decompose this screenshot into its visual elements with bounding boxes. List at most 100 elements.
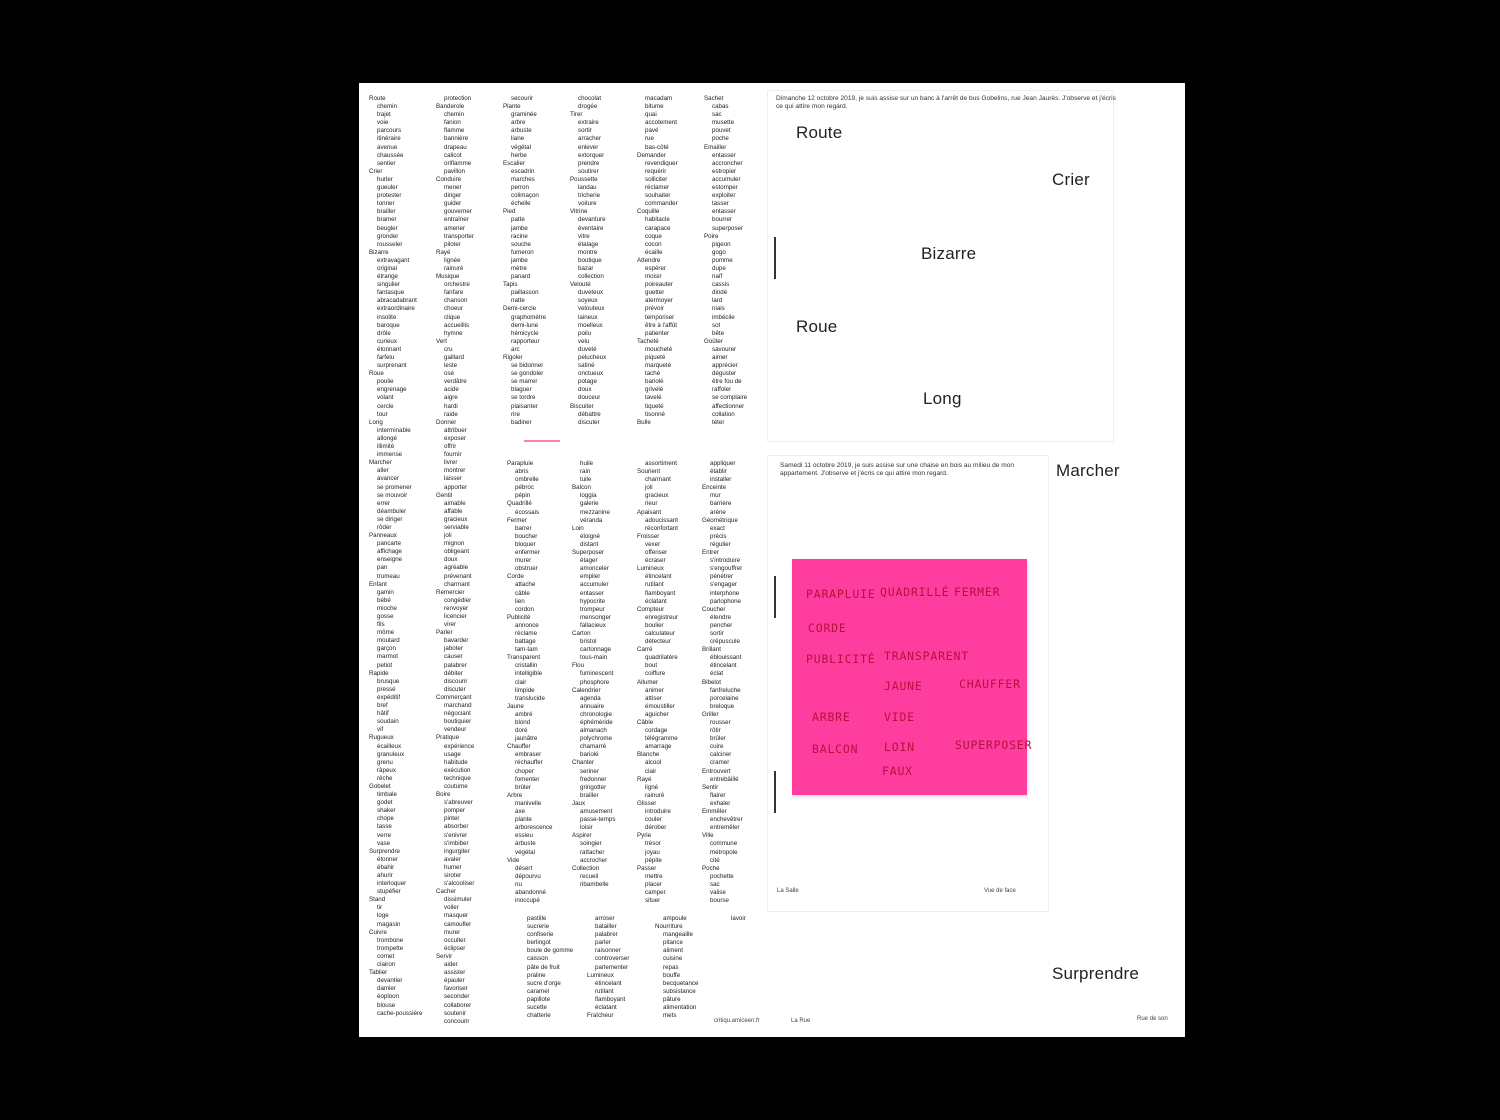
column-word: se tordre xyxy=(511,394,536,402)
column-word: perron xyxy=(511,184,529,192)
column-word: étager xyxy=(580,557,598,565)
column-word: agenda xyxy=(580,694,601,702)
column-word: tous-main xyxy=(580,654,608,662)
column-word: pâture xyxy=(663,995,681,1003)
column-heading-word: Plante xyxy=(503,103,521,111)
column-word: expérience xyxy=(444,742,475,750)
column-word: introduire xyxy=(645,808,671,816)
column-word: détecteur xyxy=(645,638,671,646)
column-word: choeur xyxy=(444,305,463,313)
column-word: assister xyxy=(444,969,466,977)
column-word: patienter xyxy=(645,329,670,337)
column-word: cordage xyxy=(645,727,668,735)
column-word: boucher xyxy=(515,532,538,540)
column-word: fredonner xyxy=(580,775,607,783)
column-word: soudain xyxy=(377,718,399,726)
column-word: vendeur xyxy=(444,726,467,734)
column-word: voiler xyxy=(444,904,459,912)
column-word: aller xyxy=(377,467,389,475)
column-word: bannière xyxy=(444,135,469,143)
column-word: joyau xyxy=(645,848,660,856)
column-word: cornet xyxy=(377,952,395,960)
column-word: affable xyxy=(444,507,463,515)
column-heading-word: Tacheté xyxy=(637,337,659,345)
column-word: tricherie xyxy=(578,192,601,200)
column-word: pan xyxy=(377,564,388,572)
column-word: caramel xyxy=(527,987,550,995)
column-word: flamboyant xyxy=(595,995,626,1003)
word-column: lavoir xyxy=(723,915,746,923)
column-word: lavoir xyxy=(731,915,746,922)
column-word: se promener xyxy=(377,483,412,491)
column-word: mensonger xyxy=(580,613,611,621)
column-word: arc xyxy=(511,345,520,353)
column-heading-word: Compteur xyxy=(637,605,665,613)
column-word: osé xyxy=(444,370,454,378)
column-word: subsistance xyxy=(663,987,696,995)
column-word: avenue xyxy=(377,143,398,151)
column-heading-word: Crier xyxy=(369,167,383,175)
column-heading-word: Lumineux xyxy=(587,971,614,979)
column-word: pépite xyxy=(645,856,662,864)
column-word: carapace xyxy=(645,224,671,232)
column-word: tam-tam xyxy=(515,646,538,654)
column-word: farfelu xyxy=(377,354,395,361)
column-word: amusement xyxy=(580,808,613,816)
column-word: causer xyxy=(444,653,463,661)
column-word: pitance xyxy=(663,939,683,947)
column-word: camoufler xyxy=(444,920,472,928)
column-word: affectionner xyxy=(712,402,745,410)
column-word: damier xyxy=(377,985,396,993)
column-word: étincelant xyxy=(710,662,737,670)
footer-la-rue: La Rue xyxy=(791,1018,811,1024)
column-word: calculateur xyxy=(645,629,675,637)
column-word: papillote xyxy=(527,995,551,1003)
column-word: pavé xyxy=(645,127,659,135)
column-word: chemin xyxy=(377,103,397,111)
column-word: aguicher xyxy=(645,710,669,718)
column-word: allongé xyxy=(377,434,397,442)
column-word: praline xyxy=(527,971,546,979)
column-heading-word: Roue xyxy=(369,370,384,378)
column-word: macadam xyxy=(645,95,673,102)
column-word: devantier xyxy=(377,977,403,985)
column-word: entasser xyxy=(712,151,736,159)
column-word: volant xyxy=(377,394,394,402)
word-column: protection Banderole chemin fanion flamme ban… xyxy=(436,95,474,1026)
postit-word: QUADRILLÉ xyxy=(880,585,950,599)
column-word: obligeant xyxy=(444,548,470,556)
column-word: parcours xyxy=(377,127,402,135)
column-word: fumeron xyxy=(511,248,534,256)
column-word: onctueux xyxy=(578,370,604,378)
column-word: drapeau xyxy=(444,143,467,151)
column-word: débattre xyxy=(578,410,601,418)
column-word: boule de gomme xyxy=(527,947,574,955)
footer-rue-de-son: Rue de son xyxy=(1137,1016,1168,1022)
column-word: leste xyxy=(444,362,458,370)
column-word: expéditif xyxy=(377,693,401,701)
column-heading-word: Chauffer xyxy=(507,743,531,751)
column-word: brailler xyxy=(580,791,599,799)
column-word: bramer xyxy=(377,216,397,224)
column-word: absorber xyxy=(444,823,469,831)
column-word: voiture xyxy=(578,200,597,208)
column-word: apprécier xyxy=(712,362,738,370)
column-word: extorquer xyxy=(578,151,605,159)
column-word: entremêler xyxy=(710,824,740,832)
column-word: embraser xyxy=(515,751,542,759)
column-heading-word: Superposer xyxy=(572,549,604,557)
column-word: écossais xyxy=(515,508,540,516)
column-word: rousseler xyxy=(377,240,403,248)
column-word: caisson xyxy=(527,955,548,963)
column-word: insolite xyxy=(377,313,397,321)
column-word: ligné xyxy=(645,783,659,791)
column-word: pénétrer xyxy=(710,573,734,581)
column-heading-word: Sentir xyxy=(702,783,719,791)
column-word: montre xyxy=(578,248,598,256)
column-word: errer xyxy=(377,499,391,507)
column-word: ingurgiter xyxy=(444,847,470,855)
column-word: appliquer xyxy=(710,460,736,467)
column-word: piqueté xyxy=(645,354,666,361)
column-word: câble xyxy=(515,589,530,597)
column-word: bas-côté xyxy=(645,143,669,151)
